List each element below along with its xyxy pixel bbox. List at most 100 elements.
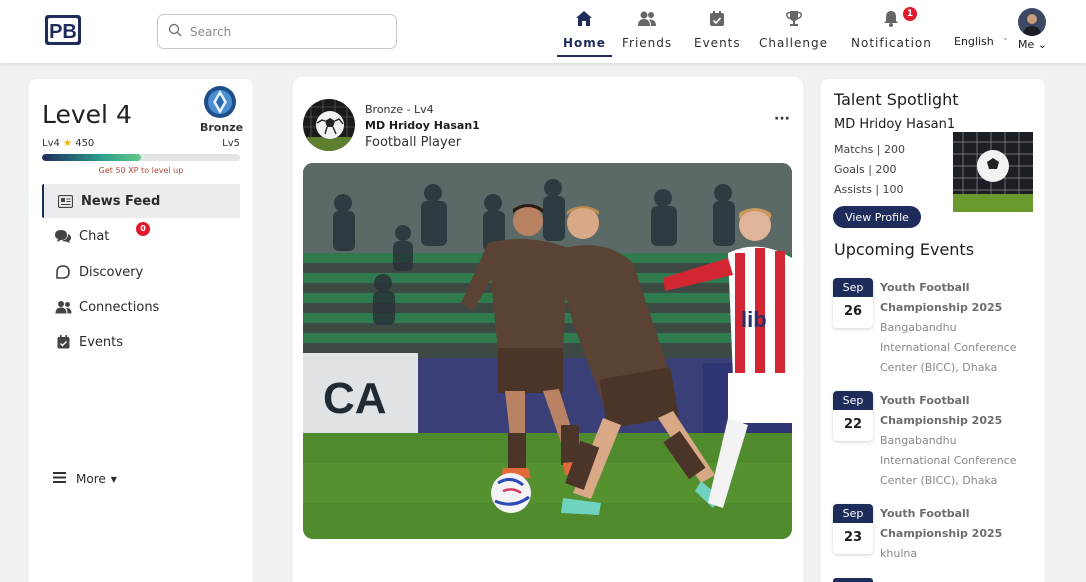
event-date-badge: Sep 26	[833, 278, 873, 328]
language-selector[interactable]: English	[954, 35, 994, 48]
sidebar-item-label: Chat	[79, 228, 110, 244]
chat-icon	[54, 227, 72, 245]
spotlight-matches: Matchs | 200	[834, 143, 905, 156]
calendar-icon	[709, 10, 725, 31]
sidebar-item-label: News Feed	[81, 193, 161, 209]
talent-spotlight-title: Talent Spotlight	[834, 90, 959, 109]
nav-home[interactable]: Home	[557, 10, 612, 57]
top-header: PB Home Friends Events Challenge	[0, 0, 1086, 63]
svg-text:lib: lib	[741, 307, 767, 332]
spotlight-goals: Goals | 200	[834, 163, 897, 176]
nav-friends[interactable]: Friends	[622, 10, 672, 50]
me-label: Me ⌄	[1018, 38, 1047, 51]
event-location-line: khulna	[880, 547, 918, 560]
event-details: Youth Football Championship 2025 khulna	[880, 504, 1040, 564]
search-box[interactable]	[157, 14, 397, 49]
post-photo[interactable]: CA lib	[303, 163, 792, 539]
event-details: Youth Football Championship 2025 Bangaba…	[880, 391, 1040, 491]
more-menu-button[interactable]: More ▼	[53, 472, 117, 486]
current-level: Lv4	[42, 138, 60, 149]
sidebar-item-label: Events	[79, 334, 124, 350]
bronze-badge-icon	[203, 85, 237, 119]
sidebar-item-events[interactable]: Events	[42, 325, 240, 359]
chevron-down-icon: ⌄	[1037, 38, 1047, 51]
view-profile-button[interactable]: View Profile	[833, 206, 921, 228]
spotlight-assists: Assists | 100	[834, 183, 904, 196]
event-month: Sep	[833, 391, 873, 410]
chevron-down-icon: ⌄	[1002, 33, 1009, 42]
sidebar-item-news-feed[interactable]: News Feed	[42, 184, 240, 218]
event-date-badge: Sep 23	[833, 504, 873, 554]
discovery-icon	[54, 263, 72, 281]
spotlight-photo	[953, 132, 1033, 212]
event-title-line: Championship 2025	[880, 527, 1003, 540]
nav-events[interactable]: Events	[694, 10, 741, 50]
trophy-icon	[785, 10, 803, 31]
avatar	[1018, 8, 1047, 36]
nav-challenge[interactable]: Challenge	[759, 10, 828, 50]
sidebar-item-label: Discovery	[79, 264, 144, 280]
post-card: Bronze - Lv4 MD Hridoy Hasan1 Football P…	[293, 77, 803, 582]
friends-icon	[637, 10, 657, 31]
nav-active-indicator	[557, 55, 612, 57]
chat-count-badge: 0	[136, 222, 150, 236]
profile-sidebar: Level 4 Bronze Lv4 ★ 450 Lv5 Get 50 XP t…	[29, 79, 253, 582]
event-location-line: Bangabandhu	[880, 434, 957, 447]
newspaper-icon	[56, 192, 74, 210]
event-title-line: Championship 2025	[880, 301, 1003, 314]
next-level: Lv5	[222, 138, 240, 149]
pb-logo[interactable]: PB	[44, 13, 84, 47]
level-progress-row: Lv4 ★ 450 Lv5	[42, 138, 240, 149]
sidebar-item-chat[interactable]: Chat 0	[42, 219, 240, 253]
event-location-line: Center (BICC), Dhaka	[880, 361, 998, 374]
svg-text:PB: PB	[49, 21, 77, 43]
me-menu[interactable]: Me ⌄	[1018, 8, 1047, 51]
event-month: Sep	[833, 278, 873, 297]
search-input[interactable]	[190, 24, 380, 39]
event-location-line: Center (BICC), Dhaka	[880, 474, 998, 487]
event-day: 22	[843, 417, 863, 432]
event-title-line: Youth Football	[880, 394, 970, 407]
nav-events-label: Events	[694, 36, 741, 50]
event-item[interactable]: Sep 26 Youth Football Championship 2025 …	[833, 278, 1038, 378]
more-label: More	[76, 472, 106, 486]
nav-challenge-label: Challenge	[759, 36, 828, 50]
post-author-avatar[interactable]	[303, 99, 355, 151]
xp-note: Get 50 XP to level up	[98, 166, 184, 175]
event-location-line: International Conference	[880, 341, 1017, 354]
post-author-name[interactable]: MD Hridoy Hasan1	[365, 119, 480, 132]
spotlight-player-name: MD Hridoy Hasan1	[834, 117, 956, 132]
hamburger-icon	[53, 472, 66, 486]
event-day: 26	[843, 304, 863, 319]
nav-notification[interactable]: Notification 1	[851, 7, 932, 50]
post-author-level: Bronze - Lv4	[365, 103, 434, 116]
home-icon	[575, 10, 593, 31]
level-title: Level 4	[42, 100, 132, 129]
event-item[interactable]: Sep 22 Youth Football Championship 2025 …	[833, 391, 1038, 491]
post-options-icon[interactable]: ···	[774, 111, 790, 127]
nav-home-label: Home	[563, 36, 606, 50]
star-icon: ★	[63, 138, 73, 149]
sidebar-item-connections[interactable]: Connections	[42, 290, 240, 324]
xp-progress-fill	[42, 154, 141, 161]
nav-notification-label: Notification	[851, 36, 932, 50]
sidebar-item-label: Connections	[79, 299, 160, 315]
event-title-line: Youth Football	[880, 281, 970, 294]
event-item[interactable]: Sep 23 Youth Football Championship 2025 …	[833, 504, 1038, 566]
event-location-line: International Conference	[880, 454, 1017, 467]
post-author-role: Football Player	[365, 135, 462, 150]
right-sidebar: Talent Spotlight MD Hridoy Hasan1 Matchs…	[821, 79, 1045, 582]
event-title-line: Youth Football	[880, 507, 970, 520]
event-month: Sep	[833, 504, 873, 523]
sidebar-item-discovery[interactable]: Discovery	[42, 255, 240, 289]
next-event-date-badge	[833, 578, 873, 582]
event-location-line: Bangabandhu	[880, 321, 957, 334]
badge-label: Bronze	[200, 121, 244, 134]
connections-icon	[54, 298, 72, 316]
notification-count-badge: 1	[903, 7, 917, 21]
upcoming-events-title: Upcoming Events	[834, 240, 975, 259]
event-title-line: Championship 2025	[880, 414, 1003, 427]
search-icon	[168, 22, 182, 41]
xp-progress-bar	[42, 154, 240, 161]
xp-value: 450	[75, 138, 95, 149]
